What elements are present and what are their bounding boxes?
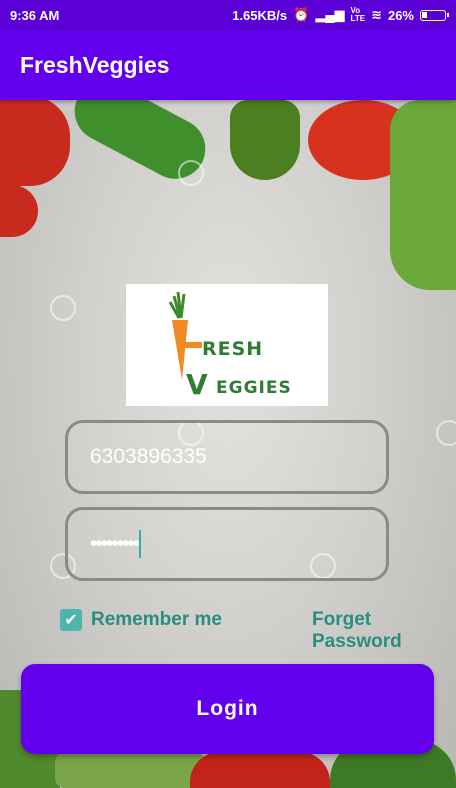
- signal-icon: ▂▄▆: [315, 7, 345, 22]
- forget-password-link[interactable]: Forget Password: [312, 609, 432, 651]
- tomato-decoration: [0, 185, 38, 237]
- remember-me[interactable]: ✔ Remember me: [60, 609, 222, 631]
- login-button[interactable]: Login: [21, 664, 434, 754]
- logo-line-2: EGGIES: [216, 378, 292, 398]
- text-cursor: [139, 530, 142, 558]
- watermark-icon: [178, 160, 204, 186]
- tomato-decoration: [0, 96, 70, 186]
- app-title: FreshVeggies: [20, 51, 170, 78]
- pepper-decoration: [230, 100, 300, 180]
- battery-level-fill: [422, 11, 427, 18]
- tomato-decoration: [190, 752, 330, 788]
- watermark-icon: [436, 420, 456, 446]
- password-field[interactable]: •••••••••: [65, 507, 389, 581]
- status-icons: 1.65KB/s ⏰ ▂▄▆ Vo LTE ≋ 26%: [232, 6, 449, 23]
- password-input[interactable]: •••••••••: [90, 532, 140, 556]
- logo-line-1: RESH: [202, 338, 264, 360]
- remember-checkbox[interactable]: ✔: [60, 609, 82, 631]
- network-speed: 1.65KB/s: [232, 7, 288, 23]
- fresh-veggies-logo: F RESH V EGGIES: [126, 284, 328, 406]
- check-icon: ✔: [64, 612, 78, 629]
- battery-percent: 26%: [387, 7, 414, 23]
- battery-icon: [420, 9, 449, 21]
- phone-input[interactable]: [90, 445, 350, 469]
- alarm-icon: ⏰: [293, 7, 310, 22]
- logo-initial-v: V: [186, 368, 209, 401]
- status-time: 9:36 AM: [10, 7, 60, 23]
- volte-icon: Vo LTE: [350, 6, 366, 23]
- wifi-icon: ≋: [371, 7, 382, 22]
- lettuce-decoration: [390, 100, 456, 290]
- watermark-icon: [50, 295, 76, 321]
- phone-field[interactable]: [65, 420, 389, 494]
- status-bar: 9:36 AM 1.65KB/s ⏰ ▂▄▆ Vo LTE ≋ 26%: [0, 0, 456, 30]
- app-bar: FreshVeggies: [0, 30, 456, 100]
- asparagus-decoration: [55, 752, 205, 788]
- remember-label: Remember me: [91, 609, 222, 630]
